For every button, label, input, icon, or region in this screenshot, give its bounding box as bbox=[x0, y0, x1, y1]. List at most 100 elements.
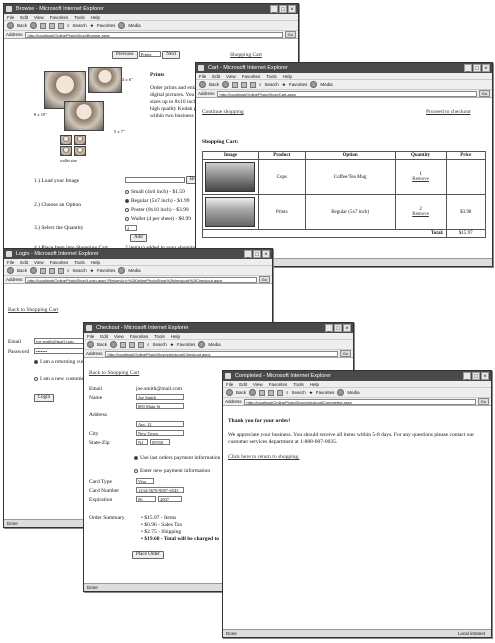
address-line1-input[interactable]: 800 Main St bbox=[136, 403, 184, 409]
forward-icon[interactable] bbox=[222, 81, 230, 88]
media-label[interactable]: Media bbox=[320, 82, 332, 87]
favorites-label[interactable]: Favorites bbox=[177, 342, 196, 347]
favorites-label[interactable]: Favorites bbox=[97, 23, 116, 28]
menu-tools[interactable]: Tools bbox=[154, 333, 165, 339]
stop-icon[interactable] bbox=[232, 81, 239, 88]
media-label[interactable]: Media bbox=[128, 23, 140, 28]
radio-icon[interactable] bbox=[125, 207, 129, 212]
menu-edit[interactable]: Edit bbox=[20, 259, 28, 265]
add-button[interactable]: Add bbox=[130, 234, 147, 242]
menu-view[interactable]: View bbox=[226, 73, 236, 79]
minimize-button[interactable]: _ bbox=[464, 64, 472, 72]
stop-icon[interactable] bbox=[120, 341, 127, 348]
close-button[interactable]: × bbox=[262, 250, 270, 258]
search-label[interactable]: Search bbox=[153, 342, 167, 347]
search-icon[interactable]: ⌕ bbox=[147, 342, 150, 347]
back-label[interactable]: Back bbox=[236, 390, 246, 395]
menu-help[interactable]: Help bbox=[310, 381, 319, 387]
minimize-button[interactable]: _ bbox=[244, 250, 252, 258]
menu-tools[interactable]: Tools bbox=[74, 14, 85, 20]
menu-view[interactable]: View bbox=[34, 14, 44, 20]
favorites-icon[interactable]: ★ bbox=[90, 23, 94, 29]
option-small[interactable]: Small (4x6 inch) - $1.59 bbox=[125, 188, 191, 197]
checkout-link[interactable]: Proceed to checkout bbox=[426, 109, 471, 115]
media-label[interactable]: Media bbox=[208, 342, 220, 347]
option-wallet[interactable]: Wallet (4 per sheet) - $0.99 bbox=[125, 215, 191, 224]
menu-view[interactable]: View bbox=[114, 333, 124, 339]
favorites-label[interactable]: Favorites bbox=[289, 82, 308, 87]
address-input[interactable]: http://localhost/OnlinePhotoShop/checkou… bbox=[104, 350, 338, 357]
back-icon[interactable] bbox=[226, 389, 233, 396]
email-input[interactable]: joe.smith@mail.com bbox=[34, 338, 84, 344]
close-button[interactable]: × bbox=[343, 324, 351, 332]
city-input[interactable]: New Town bbox=[136, 430, 184, 436]
address-input[interactable]: http://localhost/OnlinePhotoShop/Cart.as… bbox=[216, 90, 477, 97]
address-line2-input[interactable]: Apt. 12 bbox=[136, 421, 184, 427]
media-icon[interactable] bbox=[337, 389, 345, 396]
search-label[interactable]: Search bbox=[292, 390, 306, 395]
state-select[interactable]: NJ bbox=[136, 439, 148, 445]
radio-icon[interactable] bbox=[34, 376, 38, 381]
radio-icon[interactable] bbox=[125, 189, 129, 194]
minimize-button[interactable]: _ bbox=[325, 324, 333, 332]
menu-file[interactable]: File bbox=[7, 259, 14, 265]
menu-favorites[interactable]: Favorites bbox=[50, 259, 69, 265]
favorites-icon[interactable]: ★ bbox=[170, 342, 174, 348]
media-icon[interactable] bbox=[198, 341, 206, 348]
go-button[interactable]: Go bbox=[339, 350, 351, 357]
menu-edit[interactable]: Edit bbox=[100, 333, 108, 339]
new-customer-option[interactable]: I am a new customer bbox=[34, 376, 86, 382]
forward-icon[interactable] bbox=[249, 389, 257, 396]
maximize-button[interactable]: □ bbox=[472, 372, 480, 380]
favorites-icon[interactable]: ★ bbox=[282, 82, 286, 88]
media-label[interactable]: Media bbox=[347, 390, 359, 395]
address-input[interactable]: http://localhost/OnlinePhotoShop/Login.a… bbox=[24, 276, 257, 283]
radio-selected-icon[interactable] bbox=[34, 359, 38, 364]
last-payment-option[interactable]: Use last orders payment information bbox=[134, 455, 220, 461]
maximize-button[interactable]: □ bbox=[334, 324, 342, 332]
shopping-cart-link[interactable]: Shopping Cart bbox=[230, 52, 262, 58]
menu-favorites[interactable]: Favorites bbox=[242, 73, 261, 79]
password-input[interactable]: ••••••• bbox=[34, 348, 84, 354]
close-button[interactable]: × bbox=[288, 5, 296, 13]
forward-icon[interactable] bbox=[30, 267, 38, 274]
refresh-icon[interactable] bbox=[241, 81, 248, 88]
menu-help[interactable]: Help bbox=[91, 259, 100, 265]
home-icon[interactable] bbox=[250, 81, 257, 88]
search-label[interactable]: Search bbox=[73, 268, 87, 273]
search-label[interactable]: Search bbox=[265, 82, 279, 87]
menu-help[interactable]: Help bbox=[91, 14, 100, 20]
go-button[interactable]: Go bbox=[284, 31, 296, 38]
home-icon[interactable] bbox=[58, 22, 65, 29]
card-number-input[interactable]: 1234-5678-9087-6543 bbox=[136, 487, 184, 493]
menu-view[interactable]: View bbox=[253, 381, 263, 387]
menu-edit[interactable]: Edit bbox=[212, 73, 220, 79]
minimize-button[interactable]: _ bbox=[463, 372, 471, 380]
back-icon[interactable] bbox=[87, 341, 94, 348]
back-label[interactable]: Back bbox=[17, 268, 27, 273]
search-label[interactable]: Search bbox=[73, 23, 87, 28]
back-to-cart-link[interactable]: Back to Shopping Cart bbox=[89, 370, 139, 376]
zip-input[interactable]: 09550 bbox=[150, 439, 170, 445]
menu-file[interactable]: File bbox=[7, 14, 14, 20]
place-order-button[interactable]: Place Order bbox=[132, 551, 164, 559]
maximize-button[interactable]: □ bbox=[473, 64, 481, 72]
stop-icon[interactable] bbox=[259, 389, 266, 396]
login-button[interactable]: Login bbox=[34, 394, 54, 402]
media-label[interactable]: Media bbox=[128, 268, 140, 273]
file-input[interactable] bbox=[125, 177, 185, 183]
menu-file[interactable]: File bbox=[226, 381, 233, 387]
new-payment-option[interactable]: Enter new payment information bbox=[134, 468, 210, 474]
address-input[interactable]: http://localhost/OnlinePhotoShop/checkou… bbox=[243, 398, 476, 405]
home-icon[interactable] bbox=[277, 389, 284, 396]
search-icon[interactable]: ⌕ bbox=[67, 268, 70, 273]
refresh-icon[interactable] bbox=[268, 389, 275, 396]
quantity-select[interactable]: 2 bbox=[125, 225, 137, 231]
back-label[interactable]: Back bbox=[17, 23, 27, 28]
go-button[interactable]: Go bbox=[258, 276, 270, 283]
home-icon[interactable] bbox=[138, 341, 145, 348]
favorites-icon[interactable]: ★ bbox=[90, 268, 94, 274]
option-poster[interactable]: Poster (8x10 inch) - $3.99 bbox=[125, 206, 191, 215]
exp-month-select[interactable]: 06 bbox=[136, 496, 156, 502]
refresh-icon[interactable] bbox=[49, 22, 56, 29]
